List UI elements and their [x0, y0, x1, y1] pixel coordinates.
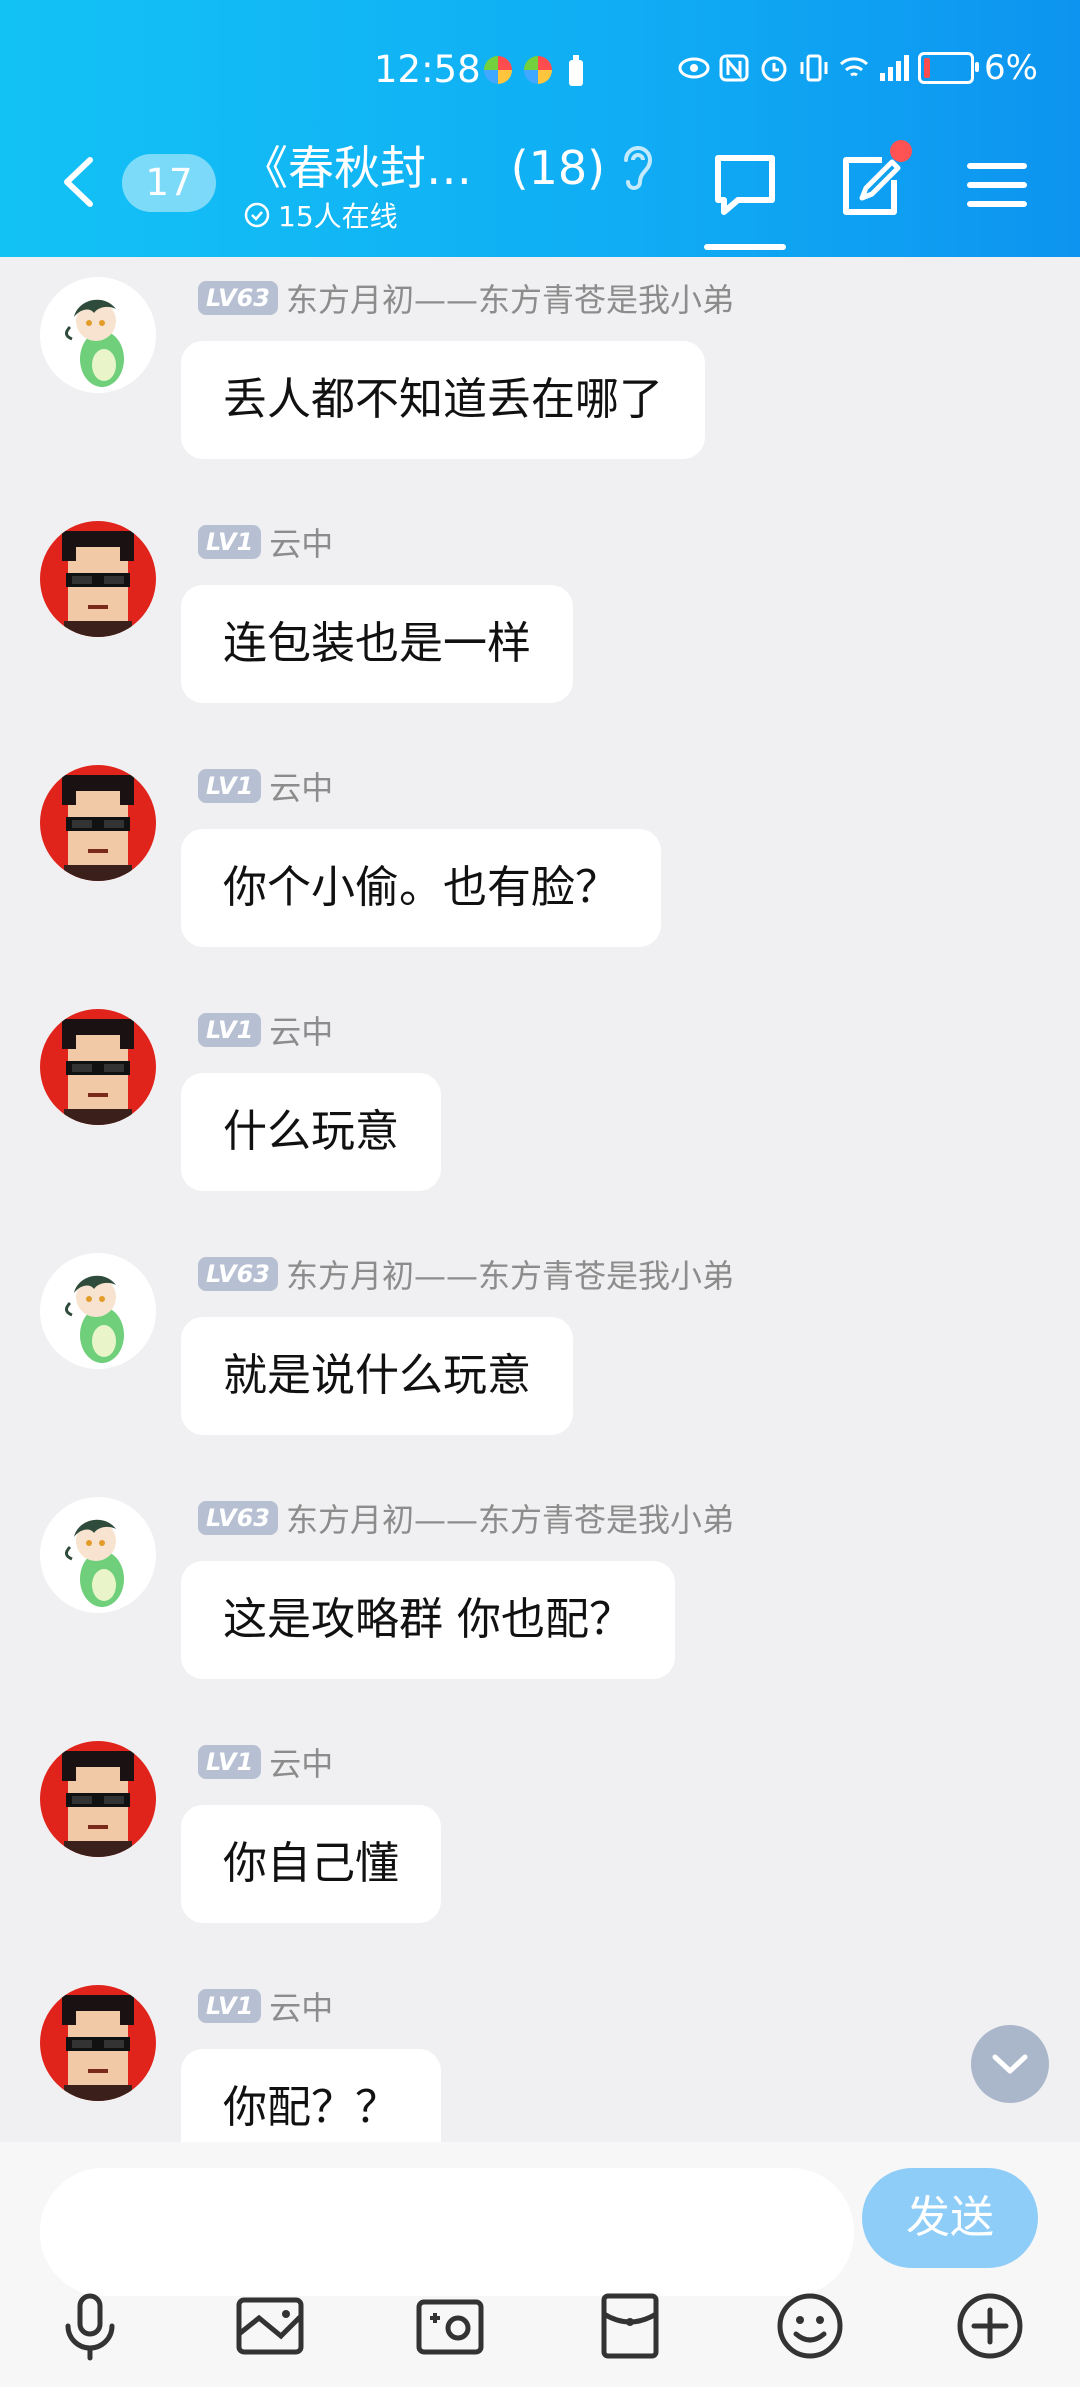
avatar-dragon[interactable]	[40, 1497, 156, 1613]
battery-icon	[918, 52, 980, 84]
member-count: (18)	[510, 141, 606, 195]
avatar-sunglasses[interactable]	[40, 1985, 156, 2101]
level-badge: LV1	[198, 1745, 262, 1779]
level-badge: LV1	[198, 769, 262, 803]
level-badge: LV63	[198, 1501, 278, 1535]
message-item: LV63 东方月初——东方青苍是我小弟 丢人都不知道丢在哪了	[0, 257, 1080, 501]
avatar-dragon[interactable]	[40, 1253, 156, 1369]
message-bubble[interactable]: 这是攻略群 你也配？	[181, 1561, 675, 1679]
signal-icon	[880, 55, 910, 81]
nfc-icon	[719, 54, 749, 82]
plus-icon[interactable]	[954, 2290, 1026, 2362]
message-item: LV63 东方月初——东方青苍是我小弟 这是攻略群 你也配？	[0, 1477, 1080, 1721]
back-arrow-icon[interactable]	[55, 152, 105, 212]
dragon-avatar-icon	[40, 277, 156, 393]
sender-name[interactable]: 东方月初——东方青苍是我小弟	[286, 1251, 734, 1297]
level-badge: LV1	[198, 525, 262, 559]
message-bubble[interactable]: 连包装也是一样	[181, 585, 573, 703]
sunglasses-avatar-icon	[40, 1985, 156, 2101]
level-badge: LV63	[198, 1257, 278, 1291]
red-packet-icon[interactable]	[594, 2290, 666, 2362]
message-list[interactable]: LV63 东方月初——东方青苍是我小弟 丢人都不知道丢在哪了 LV1 云中 连包…	[0, 257, 1080, 2142]
alarm-icon	[761, 56, 787, 82]
level-badge: LV1	[198, 1013, 262, 1047]
message-item: LV1 云中 你个小偷。也有脸？	[0, 745, 1080, 989]
level-badge: LV1	[198, 1989, 262, 2023]
notification-dot	[890, 140, 912, 162]
status-time: 12:58	[374, 48, 481, 91]
avatar-dragon[interactable]	[40, 277, 156, 393]
eye-icon	[678, 57, 710, 79]
input-bar: 发送	[0, 2142, 1080, 2387]
camera-icon[interactable]	[414, 2290, 486, 2362]
avatar-sunglasses[interactable]	[40, 765, 156, 881]
sender-name[interactable]: 东方月初——东方青苍是我小弟	[286, 1495, 734, 1541]
ear-icon[interactable]	[616, 138, 660, 194]
sunglasses-avatar-icon	[40, 1009, 156, 1125]
online-status: 15人在线	[244, 195, 398, 235]
message-item: LV63 东方月初——东方青苍是我小弟 就是说什么玩意	[0, 1233, 1080, 1477]
message-input[interactable]	[40, 2168, 854, 2296]
sunglasses-avatar-icon	[40, 765, 156, 881]
avatar-sunglasses[interactable]	[40, 1741, 156, 1857]
sender-name[interactable]: 云中	[269, 1739, 333, 1785]
sender-name[interactable]: 东方月初——东方青苍是我小弟	[286, 275, 734, 321]
chat-title[interactable]: 《春秋封… (18)	[242, 132, 605, 198]
sunglasses-avatar-icon	[40, 521, 156, 637]
vibrate-icon	[800, 54, 828, 82]
chat-header: 12:58 6% 17 《春秋封… (18) 15人在线	[0, 0, 1080, 257]
sender-name[interactable]: 云中	[269, 1007, 333, 1053]
wifi-icon	[840, 57, 869, 77]
sunglasses-avatar-icon	[40, 1741, 156, 1857]
active-tab-indicator	[704, 244, 786, 250]
message-bubble[interactable]: 就是说什么玩意	[181, 1317, 573, 1435]
message-bubble[interactable]: 你自己懂	[181, 1805, 441, 1923]
avatar-sunglasses[interactable]	[40, 1009, 156, 1125]
status-bar: 12:58 6%	[0, 40, 1080, 104]
check-circle-icon	[244, 202, 270, 228]
online-count: 15人在线	[278, 200, 398, 233]
message-item: LV1 云中 你自己懂	[0, 1721, 1080, 1965]
message-item: LV1 云中 连包装也是一样	[0, 501, 1080, 745]
message-bubble[interactable]: 你配？？	[181, 2049, 441, 2142]
message-bubble[interactable]: 什么玩意	[181, 1073, 441, 1191]
message-item: LV1 云中 什么玩意	[0, 989, 1080, 1233]
chat-bubble-icon[interactable]	[710, 150, 780, 220]
emoji-icon[interactable]	[774, 2290, 846, 2362]
dragon-avatar-icon	[40, 1497, 156, 1613]
image-icon[interactable]	[234, 2290, 306, 2362]
unread-count-badge[interactable]: 17	[122, 154, 216, 212]
menu-icon[interactable]	[962, 150, 1032, 220]
send-button[interactable]: 发送	[862, 2168, 1038, 2268]
scroll-to-bottom-button[interactable]	[971, 2025, 1049, 2103]
sender-name[interactable]: 云中	[269, 763, 333, 809]
status-icons: 6%	[678, 48, 1038, 88]
message-bubble[interactable]: 丢人都不知道丢在哪了	[181, 341, 705, 459]
sender-name[interactable]: 云中	[269, 1983, 333, 2029]
sender-name[interactable]: 云中	[269, 519, 333, 565]
message-bubble[interactable]: 你个小偷。也有脸？	[181, 829, 661, 947]
dragon-avatar-icon	[40, 1253, 156, 1369]
microphone-icon[interactable]	[54, 2290, 126, 2362]
battery-saver-icon	[569, 55, 583, 86]
level-badge: LV63	[198, 281, 278, 315]
avatar-sunglasses[interactable]	[40, 521, 156, 637]
message-item: LV1 云中 你配？？	[0, 1965, 1080, 2142]
group-name: 《春秋封…	[242, 141, 472, 195]
battery-percent: 6%	[984, 48, 1038, 88]
